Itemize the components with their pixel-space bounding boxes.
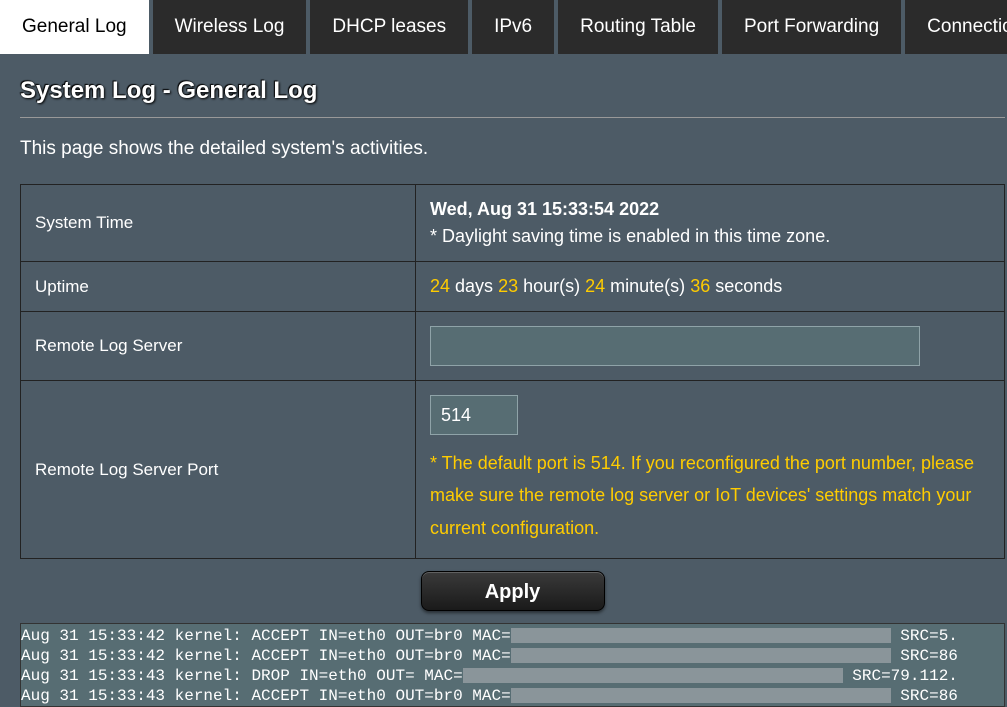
- uptime-seconds: 36: [690, 276, 710, 296]
- page-title: System Log - General Log: [20, 77, 1005, 118]
- redacted-segment: [463, 668, 843, 683]
- uptime-hours: 23: [498, 276, 518, 296]
- row-system-time: System Time Wed, Aug 31 15:33:54 2022 * …: [21, 185, 1005, 262]
- redacted-segment: [511, 648, 891, 663]
- system-time-value-cell: Wed, Aug 31 15:33:54 2022 * Daylight sav…: [416, 185, 1005, 262]
- page-description: This page shows the detailed system's ac…: [20, 138, 1007, 160]
- row-remote-port: Remote Log Server Port * The default por…: [21, 381, 1005, 559]
- uptime-days: 24: [430, 276, 450, 296]
- tab-wireless-log[interactable]: Wireless Log: [153, 0, 311, 54]
- remote-port-label: Remote Log Server Port: [21, 381, 416, 559]
- tab-connections[interactable]: Connections: [905, 0, 1007, 54]
- system-time-note: * Daylight saving time is enabled in thi…: [430, 226, 990, 247]
- log-line: Aug 31 15:33:42 kernel: ACCEPT IN=eth0 O…: [21, 646, 1004, 666]
- log-line: Aug 31 15:33:43 kernel: DROP IN=eth0 OUT…: [21, 666, 1004, 686]
- uptime-minutes: 24: [585, 276, 605, 296]
- log-line: Aug 31 15:33:42 kernel: ACCEPT IN=eth0 O…: [21, 626, 1004, 646]
- remote-port-input[interactable]: [430, 395, 518, 435]
- log-line: Aug 31 15:33:43 kernel: ACCEPT IN=eth0 O…: [21, 686, 1004, 706]
- tabs-bar: General LogWireless LogDHCP leasesIPv6Ro…: [0, 0, 1007, 57]
- tab-routing-table[interactable]: Routing Table: [558, 0, 722, 54]
- redacted-segment: [511, 628, 891, 643]
- apply-row: Apply: [20, 559, 1005, 623]
- content-area: System Log - General Log This page shows…: [0, 57, 1007, 707]
- tab-dhcp-leases[interactable]: DHCP leases: [310, 0, 472, 54]
- log-output[interactable]: Aug 31 15:33:42 kernel: ACCEPT IN=eth0 O…: [20, 623, 1005, 707]
- tab-ipv6[interactable]: IPv6: [472, 0, 558, 54]
- remote-port-cell: * The default port is 514. If you reconf…: [416, 381, 1005, 559]
- remote-port-note: * The default port is 514. If you reconf…: [430, 447, 990, 544]
- row-remote-server: Remote Log Server: [21, 312, 1005, 381]
- uptime-label: Uptime: [21, 262, 416, 312]
- remote-server-label: Remote Log Server: [21, 312, 416, 381]
- apply-button[interactable]: Apply: [421, 571, 605, 611]
- row-uptime: Uptime 24 days 23 hour(s) 24 minute(s) 3…: [21, 262, 1005, 312]
- remote-server-input[interactable]: [430, 326, 920, 366]
- system-time-label: System Time: [21, 185, 416, 262]
- tab-port-forwarding[interactable]: Port Forwarding: [722, 0, 905, 54]
- uptime-value-cell: 24 days 23 hour(s) 24 minute(s) 36 secon…: [416, 262, 1005, 312]
- redacted-segment: [511, 688, 891, 703]
- settings-table: System Time Wed, Aug 31 15:33:54 2022 * …: [20, 184, 1005, 559]
- remote-server-cell: [416, 312, 1005, 381]
- system-time-value: Wed, Aug 31 15:33:54 2022: [430, 199, 990, 220]
- tab-general-log[interactable]: General Log: [0, 0, 153, 54]
